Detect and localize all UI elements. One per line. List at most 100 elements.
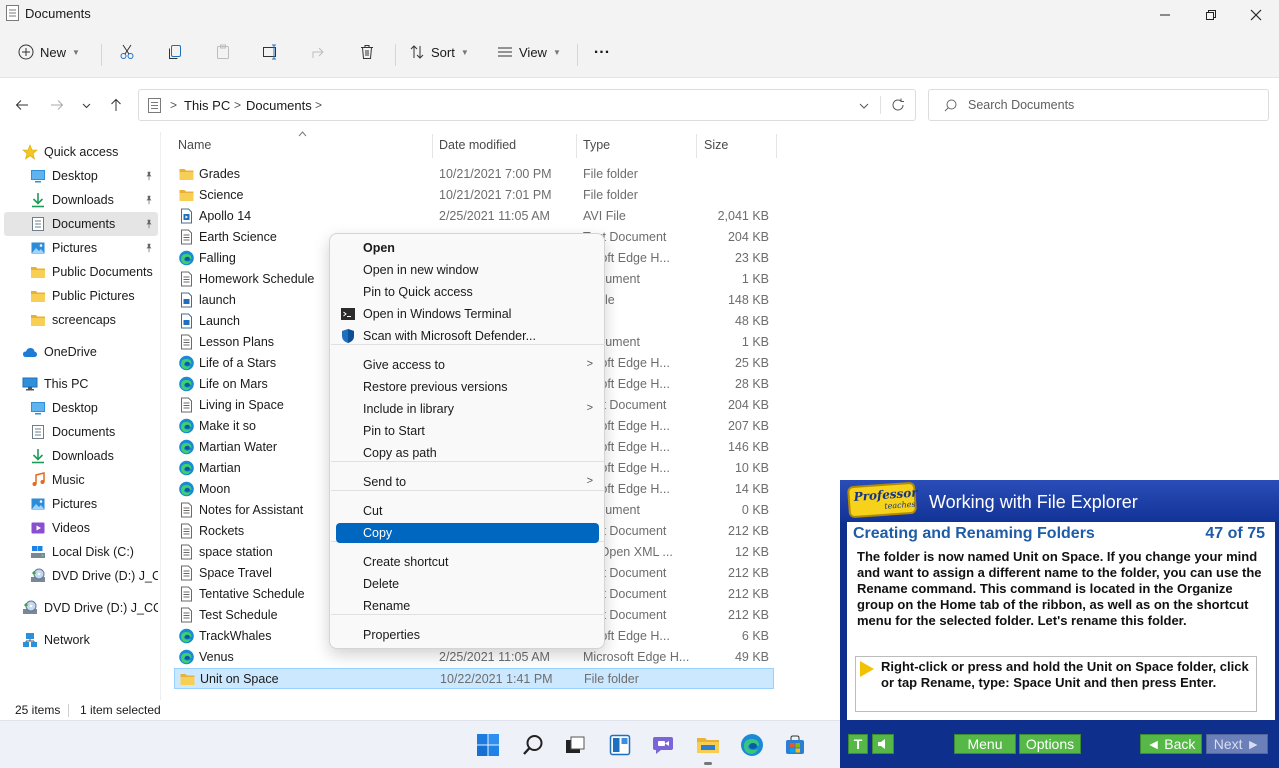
maximize-button[interactable] [1188,0,1234,30]
sidebar-item-documents[interactable]: Documents [4,420,158,444]
file-row[interactable]: Apollo 14 2/25/2021 11:05 AM AVI File 2,041… [174,206,774,227]
file-date: 2/25/2021 11:05 AM [439,650,550,664]
menu-item-send-to[interactable]: Send to > [336,472,599,492]
sidebar-item-dvd-drive-d-j-ccs[interactable]: DVD Drive (D:) J_CCS [4,596,158,620]
task-view-button[interactable] [562,732,588,758]
sidebar-item-local-disk-c[interactable]: Local Disk (C:) [4,540,158,564]
menu-item-restore-previous-versions[interactable]: Restore previous versions [336,377,599,397]
column-divider[interactable] [776,134,777,158]
menu-item-give-access-to[interactable]: Give access to > [336,355,599,375]
text-file-icon [181,607,192,623]
menu-item-copy[interactable]: Copy [336,523,599,543]
next-lesson-button[interactable]: Next ► [1206,734,1268,754]
documents-icon [30,424,46,440]
menu-item-label: Open in Windows Terminal [363,307,512,321]
menu-item-rename[interactable]: Rename [336,596,599,616]
file-row[interactable]: Science 10/21/2021 7:01 PM File folder [174,185,774,206]
sidebar-item-public-pictures[interactable]: Public Pictures [4,284,158,308]
back-button[interactable] [11,94,33,116]
search-box[interactable]: Search Documents [928,89,1269,121]
menu-item-open-in-windows-terminal[interactable]: Open in Windows Terminal [336,304,599,324]
sidebar-item-network[interactable]: Network [4,628,158,652]
sidebar-item-onedrive[interactable]: OneDrive [4,340,158,364]
recent-locations-button[interactable] [77,94,95,116]
chat-button[interactable] [651,732,677,758]
sidebar-item-screencaps[interactable]: screencaps [4,308,158,332]
menu-item-properties[interactable]: Properties [336,625,599,645]
dvd-icon [22,600,38,616]
sidebar-item-documents[interactable]: Documents [4,212,158,236]
sidebar-item-videos[interactable]: Videos [4,516,158,540]
task-view-icon [566,736,585,753]
forward-button[interactable] [46,94,68,116]
taskbar-search-button[interactable] [520,732,546,758]
copy-button[interactable] [165,38,185,66]
column-divider[interactable] [432,134,433,158]
options-button[interactable]: Options [1019,734,1081,754]
sidebar-item-pictures[interactable]: Pictures [4,492,158,516]
menu-item-copy-as-path[interactable]: Copy as path [336,443,599,463]
sidebar-item-desktop[interactable]: Desktop [4,396,158,420]
rename-button[interactable] [261,38,281,66]
sort-button[interactable]: Sort ▼ [409,38,469,66]
sidebar-item-quick-access[interactable]: Quick access [4,140,158,164]
pane-splitter[interactable] [160,132,161,700]
sidebar-item-music[interactable]: Music [4,468,158,492]
menu-item-pin-to-quick-access[interactable]: Pin to Quick access [336,282,599,302]
cut-button[interactable] [117,38,137,66]
sidebar-item-dvd-drive-d-j-cc[interactable]: DVD Drive (D:) J_CC [4,564,158,588]
column-divider[interactable] [696,134,697,158]
menu-item-label: Open in new window [363,263,479,277]
column-header-name[interactable]: Name [178,138,211,152]
menu-item-scan-with-microsoft-defender[interactable]: Scan with Microsoft Defender... [336,326,599,346]
view-button[interactable]: View ▼ [497,38,561,66]
refresh-icon[interactable] [891,98,905,112]
text-file-icon [178,334,195,350]
chevron-right-icon: > [170,98,178,112]
dvd-icon [31,568,45,582]
sidebar-item-public-documents[interactable]: Public Documents [4,260,158,284]
sidebar-item-pictures[interactable]: Pictures [4,236,158,260]
up-button[interactable] [105,94,127,116]
edge-icon [179,418,194,434]
menu-item-delete[interactable]: Delete [336,574,599,594]
file-row[interactable]: Venus 2/25/2021 11:05 AM Microsoft Edge H.… [174,647,774,668]
address-bar[interactable]: > This PC > Documents > [138,89,916,121]
menu-button[interactable]: Menu [954,734,1016,754]
column-header-size[interactable]: Size [704,138,728,152]
delete-button[interactable] [357,38,377,66]
start-button[interactable] [475,732,501,758]
share-button[interactable] [309,38,329,66]
audio-button[interactable] [872,734,894,754]
paste-button[interactable] [213,38,233,66]
file-row[interactable]: Grades 10/21/2021 7:00 PM File folder [174,164,774,185]
file-row[interactable]: Unit on Space 10/22/2021 1:41 PM File fold… [174,668,774,689]
sidebar-item-desktop[interactable]: Desktop [4,164,158,188]
menu-item-open[interactable]: Open [336,238,599,258]
see-more-button[interactable]: ... [592,38,612,66]
column-divider[interactable] [576,134,577,158]
minimize-button[interactable] [1142,0,1188,30]
widgets-button[interactable] [607,732,633,758]
back-lesson-button[interactable]: ◄ Back [1140,734,1202,754]
menu-item-cut[interactable]: Cut [336,501,599,521]
column-header-date[interactable]: Date modified [439,138,516,152]
new-button[interactable]: New ▼ [18,38,80,66]
menu-item-open-in-new-window[interactable]: Open in new window [336,260,599,280]
breadcrumb-this-pc[interactable]: This PC [184,98,230,113]
sidebar-item-downloads[interactable]: Downloads [4,188,158,212]
menu-item-create-shortcut[interactable]: Create shortcut [336,552,599,572]
menu-item-include-in-library[interactable]: Include in library > [336,399,599,419]
sidebar-item-this-pc[interactable]: This PC [4,372,158,396]
breadcrumb-documents[interactable]: Documents [246,98,312,113]
text-file-icon [181,523,192,539]
column-header-type[interactable]: Type [583,138,610,152]
text-toggle-button[interactable]: T [848,734,868,754]
chevron-down-icon[interactable] [859,101,869,111]
edge-button[interactable] [739,732,765,758]
menu-item-pin-to-start[interactable]: Pin to Start [336,421,599,441]
file-explorer-taskbar-button[interactable] [695,732,721,758]
close-button[interactable] [1233,0,1279,30]
store-button[interactable] [782,732,808,758]
sidebar-item-downloads[interactable]: Downloads [4,444,158,468]
